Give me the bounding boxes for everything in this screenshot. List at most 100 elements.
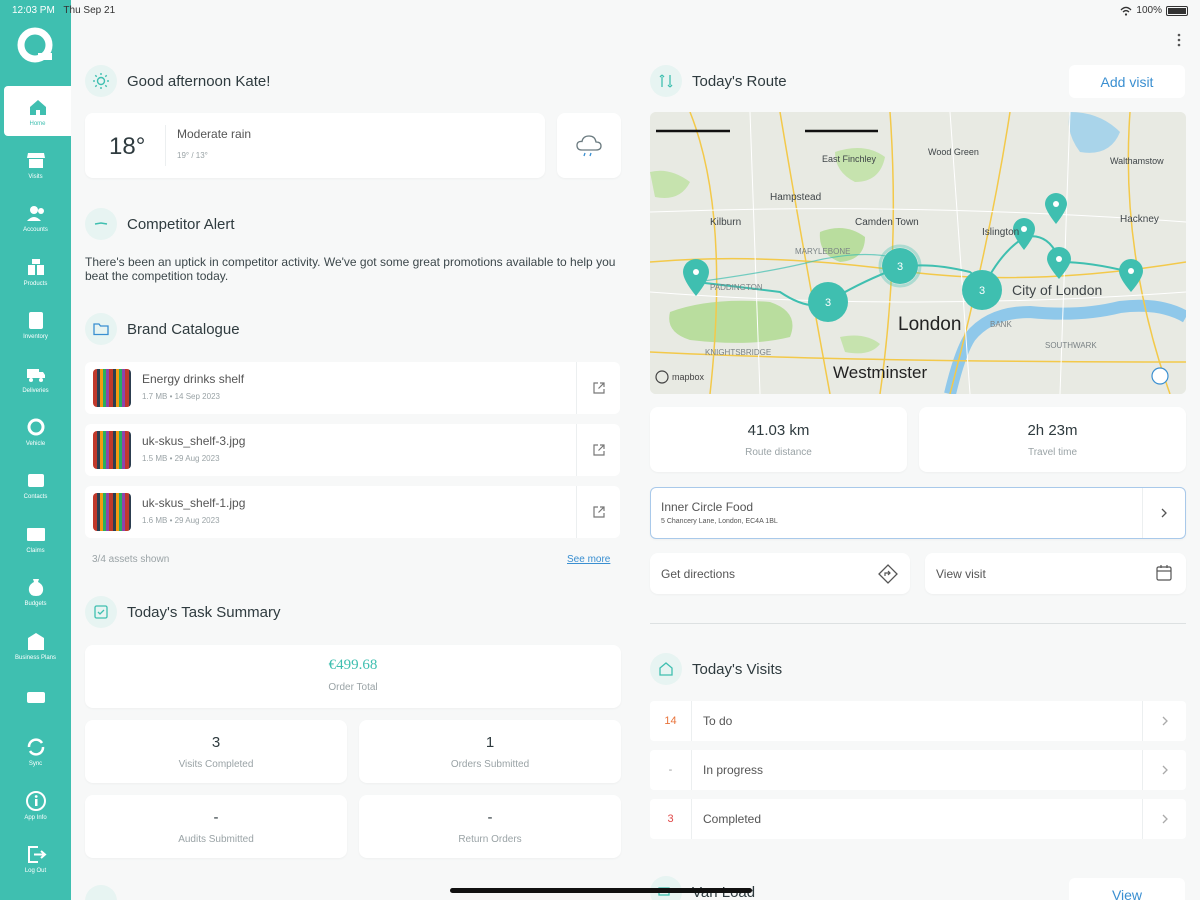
sidebar-item-vehicle[interactable]: Vehicle: [0, 406, 71, 456]
travel-time-card: 2h 23m Travel time: [919, 407, 1186, 472]
sidebar-item-card[interactable]: [0, 673, 71, 723]
sidebar-item-label: Deliveries: [22, 387, 49, 394]
sidebar-item-visits[interactable]: Visits: [0, 139, 71, 189]
file-name: Energy drinks shelf: [142, 372, 245, 386]
map-canvas[interactable]: 3 3 3 East Finchley Wood Green Walthamst…: [650, 112, 1186, 394]
see-more-link[interactable]: See more: [567, 554, 610, 565]
sync-icon: [27, 738, 44, 756]
mail-icon: [26, 527, 45, 541]
route-distance-card: 41.03 km Route distance: [650, 407, 907, 472]
travel-time-value: 2h 23m: [1027, 422, 1078, 439]
sidebar-item-business-plans[interactable]: Business Plans: [0, 620, 71, 670]
accounts-icon: [26, 206, 44, 222]
calendar-icon: [1156, 565, 1172, 581]
chevron-right-icon[interactable]: [1142, 799, 1186, 839]
map-label: Islington: [982, 227, 1019, 238]
chevron-right-icon[interactable]: [1142, 488, 1185, 538]
visits-completed-value: 3: [211, 734, 221, 751]
orders-submitted-card: 1 Orders Submitted: [359, 720, 621, 783]
file-name: uk-skus_shelf-3.jpg: [142, 434, 246, 448]
catalogue-file-row[interactable]: uk-skus_shelf-1.jpg 1.6 MB • 29 Aug 2023: [85, 486, 620, 538]
view-visit-label: View visit: [936, 567, 986, 581]
home-icon: [650, 653, 682, 685]
competitor-alert-text: There's been an uptick in competitor act…: [85, 255, 616, 283]
get-directions-button[interactable]: Get directions: [650, 553, 910, 594]
sidebar-item-label: Sync: [28, 761, 43, 768]
sidebar-item-contacts[interactable]: Contacts: [0, 460, 71, 510]
map-info-icon[interactable]: [1151, 367, 1169, 385]
map-cluster[interactable]: 3: [878, 244, 922, 288]
visit-status-label: In progress: [703, 763, 764, 777]
sidebar-item-budgets[interactable]: Budgets: [0, 567, 71, 617]
mapbox-logo: mapbox: [672, 372, 705, 382]
view-van-load-button[interactable]: View: [1069, 878, 1185, 900]
map-label: Wood Green: [928, 147, 979, 157]
map-label: Kilburn: [710, 217, 741, 228]
app-logo: [17, 27, 53, 63]
catalogue-file-row[interactable]: Energy drinks shelf 1.7 MB • 14 Sep 2023: [85, 362, 620, 414]
get-directions-label: Get directions: [661, 567, 736, 581]
alert-icon: [85, 208, 117, 240]
file-name: uk-skus_shelf-1.jpg: [142, 496, 246, 510]
map-label: Westminster: [833, 363, 927, 382]
chevron-right-icon[interactable]: [1142, 701, 1186, 741]
more-options-icon[interactable]: [1176, 32, 1182, 48]
competitor-alert-header: Competitor Alert: [85, 208, 235, 240]
sidebar-item-deliveries[interactable]: Deliveries: [0, 353, 71, 403]
visit-status-row[interactable]: 14 To do: [650, 701, 1186, 741]
sidebar-item-log-out[interactable]: Log Out: [0, 834, 71, 884]
catalogue-file-row[interactable]: uk-skus_shelf-3.jpg 1.5 MB • 29 Aug 2023: [85, 424, 620, 476]
visits-completed-label: Visits Completed: [178, 759, 254, 770]
weather-range: 19° / 13°: [177, 151, 208, 160]
next-stop-card[interactable]: Inner Circle Food 5 Chancery Lane, Londo…: [650, 487, 1186, 539]
return-orders-label: Return Orders: [458, 834, 522, 845]
home-indicator: [450, 888, 752, 893]
route-distance-label: Route distance: [745, 447, 812, 458]
map-label: MARYLEBONE: [795, 247, 850, 256]
visit-count: -: [650, 750, 692, 790]
view-visit-button[interactable]: View visit: [925, 553, 1186, 594]
add-visit-button[interactable]: Add visit: [1069, 65, 1185, 98]
truck-icon: [26, 368, 45, 382]
sidebar-item-label: Accounts: [23, 227, 48, 234]
competitor-alert-title: Competitor Alert: [127, 215, 235, 233]
next-section-icon: [85, 885, 117, 900]
budget-icon: [28, 579, 43, 597]
weather-icon-card: [557, 113, 621, 178]
audits-submitted-value: -: [213, 809, 219, 826]
sidebar-item-products[interactable]: Products: [0, 246, 71, 296]
open-external-icon[interactable]: [576, 362, 620, 414]
sidebar-item-sync[interactable]: Sync: [0, 727, 71, 777]
order-total-card: €499.68 Order Total: [85, 645, 621, 708]
battery-icon: [1166, 5, 1188, 16]
sidebar-item-app-info[interactable]: App Info: [0, 780, 71, 830]
route-map[interactable]: 3 3 3 East Finchley Wood Green Walthamst…: [650, 112, 1186, 394]
vehicle-icon: [27, 418, 44, 436]
order-total-value: €499.68: [328, 657, 378, 673]
visit-status-row[interactable]: 3 Completed: [650, 799, 1186, 839]
chevron-right-icon[interactable]: [1142, 750, 1186, 790]
sidebar-item-inventory[interactable]: Inventory: [0, 300, 71, 350]
visit-count: 14: [650, 701, 692, 741]
todays-visits-header: Today's Visits: [650, 653, 782, 685]
sidebar-item-home[interactable]: Home: [4, 86, 71, 136]
todays-visits-title: Today's Visits: [692, 660, 783, 678]
sidebar-item-claims[interactable]: Claims: [0, 513, 71, 563]
file-meta: 1.6 MB • 29 Aug 2023: [142, 516, 220, 525]
sidebar-item-accounts[interactable]: Accounts: [0, 193, 71, 243]
visit-status-row[interactable]: - In progress: [650, 750, 1186, 790]
sidebar-item-label: Visits: [28, 173, 43, 180]
sidebar: Home Visits Accounts Products Inventory Deliv…: [0, 0, 71, 900]
status-bar: 12:03 PM Thu Sep 21 100%: [0, 0, 1200, 22]
map-cluster[interactable]: 3: [808, 282, 848, 322]
home-icon: [29, 99, 46, 115]
audits-submitted-card: - Audits Submitted: [85, 795, 347, 858]
cluster-count: 3: [979, 285, 985, 297]
map-cluster[interactable]: 3: [962, 270, 1002, 310]
open-external-icon[interactable]: [576, 486, 620, 538]
open-external-icon[interactable]: [576, 424, 620, 476]
weather-card: 18° Moderate rain 19° / 13°: [85, 113, 545, 178]
map-label: KNIGHTSBRIDGE: [705, 348, 771, 357]
sidebar-item-label: Products: [23, 280, 48, 287]
checklist-icon: [85, 596, 117, 628]
